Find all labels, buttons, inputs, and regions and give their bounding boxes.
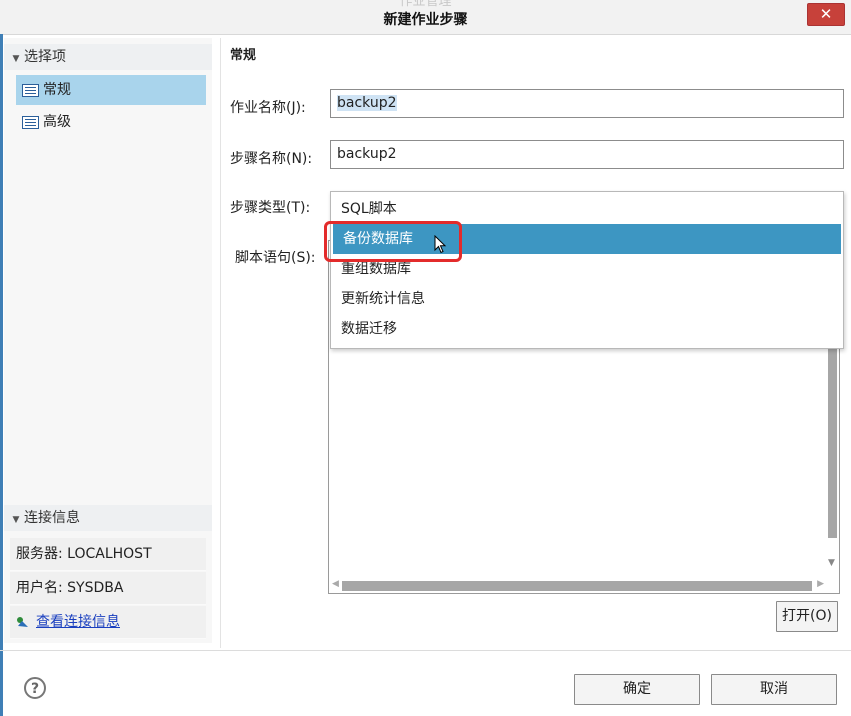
dropdown-option-migration[interactable]: 数据迁移 xyxy=(331,314,841,344)
options-section-header[interactable]: ▼ 选择项 xyxy=(4,44,212,70)
scroll-down-arrow-icon[interactable]: ▼ xyxy=(828,558,835,568)
dropdown-option-sql[interactable]: SQL脚本 xyxy=(331,194,841,224)
step-name-field[interactable]: backup2 xyxy=(330,140,844,169)
chevron-down-icon: ▼ xyxy=(12,515,20,525)
connection-section-header[interactable]: ▼ 连接信息 xyxy=(4,505,212,531)
sidebar-item-label: 常规 xyxy=(43,82,71,98)
close-icon: ✕ xyxy=(819,5,833,23)
dropdown-option-update-stats[interactable]: 更新统计信息 xyxy=(331,284,841,314)
dialog-title: 新建作业步骤 xyxy=(383,12,468,28)
title-bar: 作业管理 新建作业步骤 ✕ xyxy=(0,0,851,35)
view-connection-row[interactable]: 查看连接信息 xyxy=(10,606,206,639)
sidebar-item-general[interactable]: 常规 xyxy=(16,75,206,105)
step-name-value: backup2 xyxy=(337,146,397,162)
window-edge xyxy=(0,34,3,716)
options-header-label: 选择项 xyxy=(24,49,66,65)
list-icon xyxy=(22,115,39,129)
view-connection-link[interactable]: 查看连接信息 xyxy=(36,614,120,630)
job-name-field[interactable]: backup2 xyxy=(330,89,844,118)
pane-divider xyxy=(220,38,221,648)
background-window-title: 作业管理 xyxy=(399,0,452,9)
horizontal-scrollbar[interactable]: ◀ ▶ xyxy=(330,579,826,592)
user-info: 用户名: SYSDBA xyxy=(10,572,206,605)
horizontal-scroll-thumb[interactable] xyxy=(342,581,812,591)
open-button[interactable]: 打开(O) xyxy=(776,601,838,632)
section-title: 常规 xyxy=(230,48,257,63)
ok-button[interactable]: 确定 xyxy=(574,674,700,705)
step-type-label: 步骤类型(T): xyxy=(230,200,311,216)
list-icon xyxy=(22,83,39,97)
close-button[interactable]: ✕ xyxy=(807,3,845,26)
sidebar-item-advanced[interactable]: 高级 xyxy=(16,107,206,137)
job-name-label: 作业名称(J): xyxy=(230,100,306,116)
job-name-value: backup2 xyxy=(337,95,397,111)
help-icon[interactable]: ? xyxy=(24,677,46,699)
footer-divider xyxy=(0,650,851,651)
cancel-button[interactable]: 取消 xyxy=(711,674,837,705)
scroll-right-arrow-icon[interactable]: ▶ xyxy=(817,579,824,589)
chevron-down-icon: ▼ xyxy=(12,54,20,64)
connection-header-label: 连接信息 xyxy=(24,510,80,526)
scroll-left-arrow-icon[interactable]: ◀ xyxy=(332,579,339,589)
script-label: 脚本语句(S): xyxy=(235,250,316,266)
connection-icon xyxy=(17,617,28,627)
mouse-cursor-icon xyxy=(434,235,447,254)
step-type-dropdown[interactable]: SQL脚本 备份数据库 重组数据库 更新统计信息 数据迁移 xyxy=(330,191,844,349)
server-info: 服务器: LOCALHOST xyxy=(10,538,206,571)
step-name-label: 步骤名称(N): xyxy=(230,151,313,167)
sidebar-item-label: 高级 xyxy=(43,114,71,130)
